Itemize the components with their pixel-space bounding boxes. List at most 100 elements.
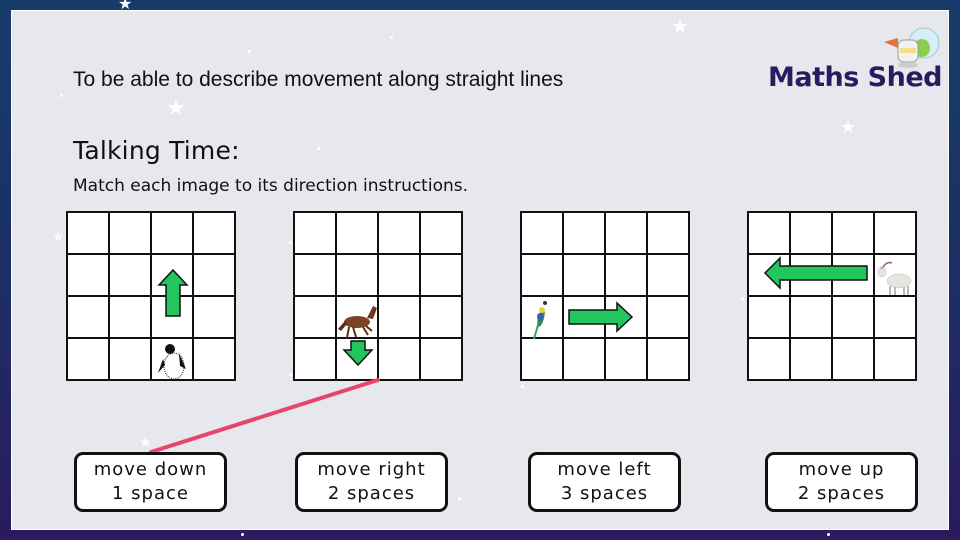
- star-icon: ★: [840, 117, 857, 138]
- grid-cell: [647, 212, 689, 254]
- star-dot: [317, 147, 320, 150]
- grid-cell: [109, 254, 151, 296]
- grid-cell: [336, 296, 378, 338]
- grid-cell: [67, 212, 109, 254]
- star-icon: ★: [118, 0, 133, 13]
- answer-card-move-down-1[interactable]: move down 1 space: [74, 452, 227, 512]
- grid-cell: [605, 338, 647, 380]
- grid-cell: [420, 212, 462, 254]
- answer-line2: 3 spaces: [560, 483, 649, 504]
- star-dot: [241, 533, 244, 536]
- answer-line1: move left: [557, 459, 652, 480]
- grid-cell: [647, 296, 689, 338]
- star-dot: [289, 373, 292, 376]
- answer-line2: 1 space: [112, 483, 189, 504]
- grid-cell: [832, 338, 874, 380]
- grid-cell: [832, 212, 874, 254]
- grid-cell: [151, 338, 193, 380]
- grid-parrot[interactable]: [520, 211, 690, 381]
- grid-cell: [151, 254, 193, 296]
- answer-line2: 2 spaces: [327, 483, 416, 504]
- star-dot: [60, 94, 63, 97]
- answer-line1: move up: [798, 459, 885, 480]
- grid-cell: [193, 254, 235, 296]
- grid-cell: [563, 254, 605, 296]
- grid-cell: [294, 296, 336, 338]
- grid-cell: [748, 212, 790, 254]
- grid-cell: [748, 338, 790, 380]
- grid-cell: [874, 212, 916, 254]
- grid-cell: [521, 296, 563, 338]
- grid-cell: [420, 254, 462, 296]
- star-dot: [390, 36, 393, 39]
- grid-cell: [790, 254, 832, 296]
- grid-cell: [521, 254, 563, 296]
- grid-cell: [521, 212, 563, 254]
- grid-cell: [67, 296, 109, 338]
- grid-cell: [378, 254, 420, 296]
- grid-cell: [193, 212, 235, 254]
- grid-cell: [67, 254, 109, 296]
- grid-cell: [109, 296, 151, 338]
- answer-card-move-up-2[interactable]: move up 2 spaces: [765, 452, 918, 512]
- star-icon: ★: [671, 14, 689, 38]
- grid-cell: [790, 296, 832, 338]
- star-dot: [827, 533, 830, 536]
- grid-cell: [832, 254, 874, 296]
- page-title: Talking Time:: [73, 136, 240, 165]
- star-icon: ★: [52, 229, 65, 245]
- learning-objective: To be able to describe movement along st…: [73, 68, 564, 91]
- grid-cell: [294, 212, 336, 254]
- grid-cell: [563, 338, 605, 380]
- grid-cell: [521, 338, 563, 380]
- grid-cell: [336, 338, 378, 380]
- grid-cell: [336, 254, 378, 296]
- instruction-text: Match each image to its direction instru…: [73, 176, 469, 196]
- grid-cell: [294, 338, 336, 380]
- grid-cell: [832, 296, 874, 338]
- grid-cell: [647, 338, 689, 380]
- grid-cell: [563, 296, 605, 338]
- grid-cell: [67, 338, 109, 380]
- grid-cell: [563, 212, 605, 254]
- star-dot: [289, 241, 292, 244]
- grid-cell: [378, 296, 420, 338]
- star-dot: [458, 497, 461, 500]
- grid-cell: [109, 212, 151, 254]
- grid-cell: [748, 254, 790, 296]
- grid-cell: [109, 338, 151, 380]
- grid-cell: [647, 254, 689, 296]
- grid-cell: [874, 296, 916, 338]
- grid-cell: [605, 254, 647, 296]
- grid-cell: [790, 212, 832, 254]
- grid-cell: [378, 338, 420, 380]
- grid-cell: [748, 296, 790, 338]
- star-dot: [521, 385, 524, 388]
- grid-cell: [151, 212, 193, 254]
- grid-cell: [790, 338, 832, 380]
- answer-card-move-right-2[interactable]: move right 2 spaces: [295, 452, 448, 512]
- grid-cell: [294, 254, 336, 296]
- star-icon: ★: [166, 96, 186, 121]
- answer-line1: move right: [317, 459, 426, 480]
- grid-horse[interactable]: [293, 211, 463, 381]
- grid-goat[interactable]: [747, 211, 917, 381]
- grid-cell: [378, 212, 420, 254]
- star-icon: ★: [139, 435, 152, 451]
- grid-penguin[interactable]: [66, 211, 236, 381]
- answer-line1: move down: [93, 459, 208, 480]
- grid-cell: [420, 296, 462, 338]
- maths-shed-logo: Maths Shed: [768, 62, 943, 93]
- star-dot: [248, 50, 251, 53]
- grid-cell: [151, 296, 193, 338]
- grid-cell: [605, 212, 647, 254]
- grid-cell: [420, 338, 462, 380]
- grid-cell: [336, 212, 378, 254]
- grid-cell: [605, 296, 647, 338]
- answer-card-move-left-3[interactable]: move left 3 spaces: [528, 452, 681, 512]
- star-dot: [741, 297, 744, 300]
- grid-cell: [874, 254, 916, 296]
- grid-cell: [874, 338, 916, 380]
- grid-cell: [193, 296, 235, 338]
- grid-cell: [193, 338, 235, 380]
